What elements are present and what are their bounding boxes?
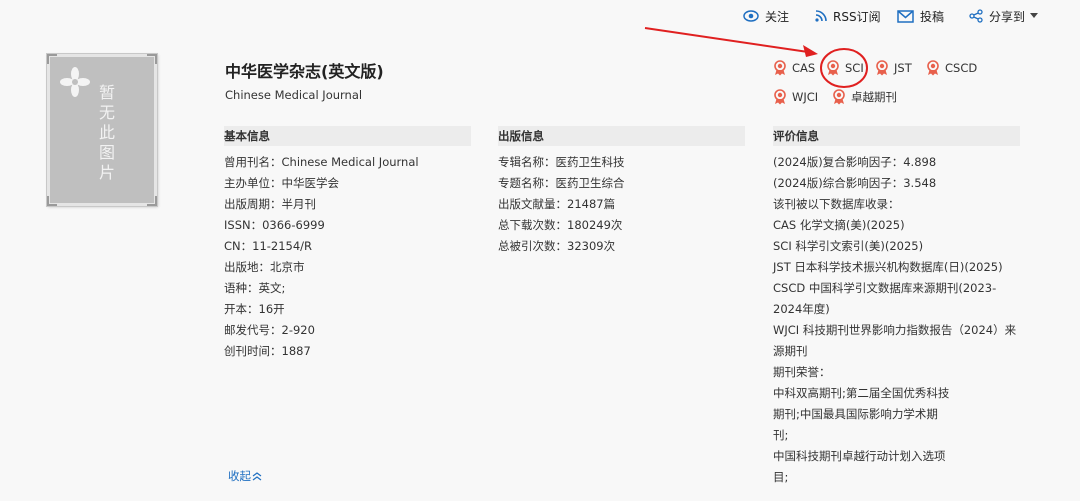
cover-char: 片 xyxy=(98,163,115,182)
follow-label: 关注 xyxy=(765,9,790,24)
badge-label: JST xyxy=(894,61,912,75)
eye-icon xyxy=(743,10,759,22)
journal-title: 中华医学杂志(英文版) xyxy=(225,62,384,81)
info-row: CAS 化学文摘(美)(2025) xyxy=(773,218,905,232)
info-row: 邮发代号：2-920 xyxy=(224,323,315,337)
annotation-arrowhead xyxy=(803,45,818,57)
info-row: 期刊荣誉： xyxy=(773,365,831,379)
top-toolbar: 关注 RSS订阅 投稿 分享到 xyxy=(0,0,1080,32)
info-row: 出版周期：半月刊 xyxy=(224,197,316,211)
cover-corner xyxy=(147,54,157,64)
envelope-icon xyxy=(897,9,914,23)
evaluation-info-section: 评价信息 (2024版)复合影响因子：4.898 (2024版)综合影响因子：3… xyxy=(773,126,1020,488)
badge-label: CAS xyxy=(792,61,816,75)
share-label: 分享到 xyxy=(989,9,1026,24)
flower-icon xyxy=(60,67,90,97)
award-icon xyxy=(833,89,845,105)
info-row: CN：11-2154/R xyxy=(224,239,313,253)
badge-cas[interactable]: CAS xyxy=(773,60,815,76)
basic-info-section: 基本信息 曾用刊名：Chinese Medical Journal 主办单位：中… xyxy=(224,126,471,362)
cover-corner xyxy=(147,196,157,206)
info-row: CSCD 中国科学引文数据库来源期刊(2023-2024年度) xyxy=(773,281,997,316)
follow-button[interactable]: 关注 xyxy=(743,7,789,25)
award-icon xyxy=(827,60,839,76)
badge-cscd[interactable]: CSCD xyxy=(926,60,977,76)
submit-label: 投稿 xyxy=(920,9,945,24)
award-icon xyxy=(774,89,786,105)
info-row: 中国科技期刊卓越行动计划入选项目; xyxy=(773,449,946,484)
cover-char: 此 xyxy=(98,123,115,142)
info-row: (2024版)复合影响因子：4.898 xyxy=(773,155,937,169)
double-chevron-up-icon xyxy=(252,472,262,481)
award-icon xyxy=(774,60,786,76)
journal-subtitle: Chinese Medical Journal xyxy=(225,88,363,102)
info-row: JST 日本科学技术振兴机构数据库(日)(2025) xyxy=(773,260,1003,274)
badge-label: SCI xyxy=(845,61,864,75)
section-heading: 评价信息 xyxy=(773,126,1020,146)
info-row: 曾用刊名：Chinese Medical Journal xyxy=(224,155,419,169)
info-row: ISSN：0366-6999 xyxy=(224,218,325,232)
collapse-link[interactable]: 收起 xyxy=(228,468,262,484)
info-row: 该刊被以下数据库收录： xyxy=(773,197,900,211)
info-row: 语种：英文; xyxy=(224,281,286,295)
badge-wjci[interactable]: WJCI xyxy=(773,89,818,105)
caret-down-icon xyxy=(1030,13,1039,18)
cover-placeholder-text: 暂 无 此 图 片 xyxy=(97,83,117,183)
section-heading: 基本信息 xyxy=(224,126,471,146)
rss-label: RSS订阅 xyxy=(833,9,881,24)
award-icon xyxy=(876,60,888,76)
award-icon xyxy=(927,60,939,76)
badge-excellence[interactable]: 卓越期刊 xyxy=(832,89,897,105)
badge-label: 卓越期刊 xyxy=(851,90,897,104)
info-row: SCI 科学引文索引(美)(2025) xyxy=(773,239,924,253)
cover-char: 无 xyxy=(98,103,115,122)
info-row: 出版文献量：21487篇 xyxy=(498,197,616,211)
rss-button[interactable]: RSS订阅 xyxy=(815,7,881,25)
badge-jst[interactable]: JST xyxy=(875,60,912,76)
section-heading: 出版信息 xyxy=(498,126,745,146)
info-row: 创刊时间：1887 xyxy=(224,344,311,358)
cover-corner xyxy=(47,54,57,64)
badge-sci[interactable]: SCI xyxy=(826,60,864,76)
info-row: 中科双高期刊;第二届全国优秀科技期刊;中国最具国际影响力学术期刊; xyxy=(773,386,950,442)
share-icon xyxy=(969,9,983,23)
cover-corner xyxy=(47,196,57,206)
collapse-label: 收起 xyxy=(228,469,251,483)
submit-button[interactable]: 投稿 xyxy=(897,7,944,25)
badge-label: CSCD xyxy=(945,61,978,75)
share-button[interactable]: 分享到 xyxy=(969,7,1039,25)
publication-info-section: 出版信息 专辑名称：医药卫生科技 专题名称：医药卫生综合 出版文献量：21487… xyxy=(498,126,745,257)
info-row: 主办单位：中华医学会 xyxy=(224,176,339,190)
cover-char: 暂 xyxy=(98,83,115,102)
info-row: 总下载次数：180249次 xyxy=(498,218,623,232)
journal-cover-placeholder: 暂 无 此 图 片 xyxy=(46,53,158,207)
info-row: (2024版)综合影响因子：3.548 xyxy=(773,176,937,190)
info-row: 出版地：北京市 xyxy=(224,260,305,274)
info-row: 开本：16开 xyxy=(224,302,285,316)
badge-label: WJCI xyxy=(792,90,819,104)
info-row: 总被引次数：32309次 xyxy=(498,239,616,253)
info-row: WJCI 科技期刊世界影响力指数报告（2024）来源期刊 xyxy=(773,323,1017,358)
info-row: 专辑名称：医药卫生科技 xyxy=(498,155,625,169)
info-row: 专题名称：医药卫生综合 xyxy=(498,176,625,190)
rss-icon xyxy=(815,10,827,22)
cover-char: 图 xyxy=(98,143,115,162)
